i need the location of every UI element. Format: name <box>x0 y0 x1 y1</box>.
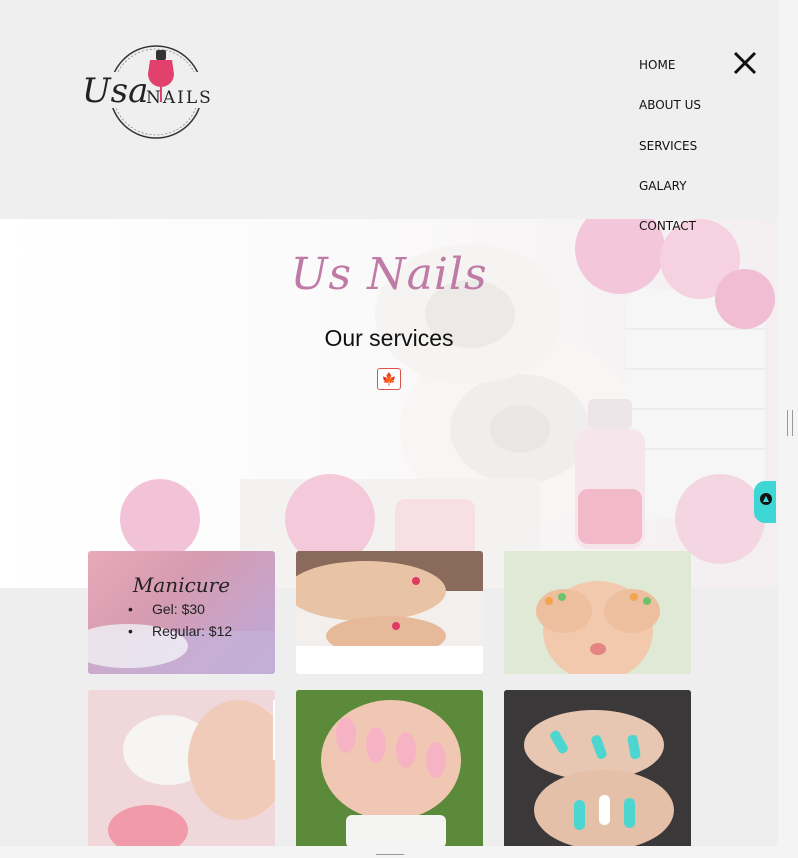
usa-nails-logo[interactable]: Usa NAILS <box>80 42 220 142</box>
logo-caps-text: NAILS <box>146 88 213 108</box>
price-item-gel: Gel: $30 <box>128 601 232 617</box>
scroll-to-top-button[interactable]: ▲ <box>754 481 776 523</box>
site-header: Usa NAILS HOME ABOUT US SERVICES GALARY <box>0 0 778 219</box>
nav-item-services[interactable]: SERVICES <box>639 139 697 153</box>
logo-script-text: Usa <box>82 71 148 111</box>
hero-subtitle: Our services <box>324 325 454 351</box>
scrollbar-grip[interactable] <box>787 410 793 436</box>
french-manicure-photo <box>88 690 275 848</box>
nav-item-about-us[interactable]: ABOUT US <box>639 98 701 112</box>
price-list: Gel: $30 Regular: $12 <box>128 601 232 645</box>
kids-nails-photo <box>504 551 691 674</box>
pedicure-photo <box>296 551 483 674</box>
acrylic-nails-photo <box>504 690 691 848</box>
pink-nails-photo <box>296 690 483 848</box>
service-card-kids[interactable] <box>504 551 691 674</box>
nav-item-galary[interactable]: GALARY <box>639 179 687 193</box>
nav-item-contact[interactable]: CONTACT <box>639 219 696 233</box>
horizontal-scrollbar-grip[interactable] <box>376 854 404 857</box>
hero-banner: Us Nails Our services 🍁 CONTACT ▲ <box>0 219 778 588</box>
service-card-pink-nails[interactable] <box>296 690 483 848</box>
price-item-regular: Regular: $12 <box>128 623 232 639</box>
card-title: Manicure <box>132 573 231 597</box>
chevron-up-icon: ▲ <box>760 493 772 505</box>
close-icon[interactable] <box>732 50 758 76</box>
service-card-pedicure[interactable] <box>296 551 483 674</box>
service-card-acrylic[interactable] <box>504 690 691 848</box>
nav-item-home[interactable]: HOME <box>639 58 675 72</box>
hero-title: Us Nails <box>290 249 488 300</box>
flag-glyph: 🍁 <box>381 372 397 386</box>
canada-flag-icon[interactable]: 🍁 <box>377 368 401 390</box>
service-card-french[interactable] <box>88 690 275 848</box>
service-card-manicure[interactable]: Manicure Gel: $30 Regular: $12 <box>88 551 275 674</box>
